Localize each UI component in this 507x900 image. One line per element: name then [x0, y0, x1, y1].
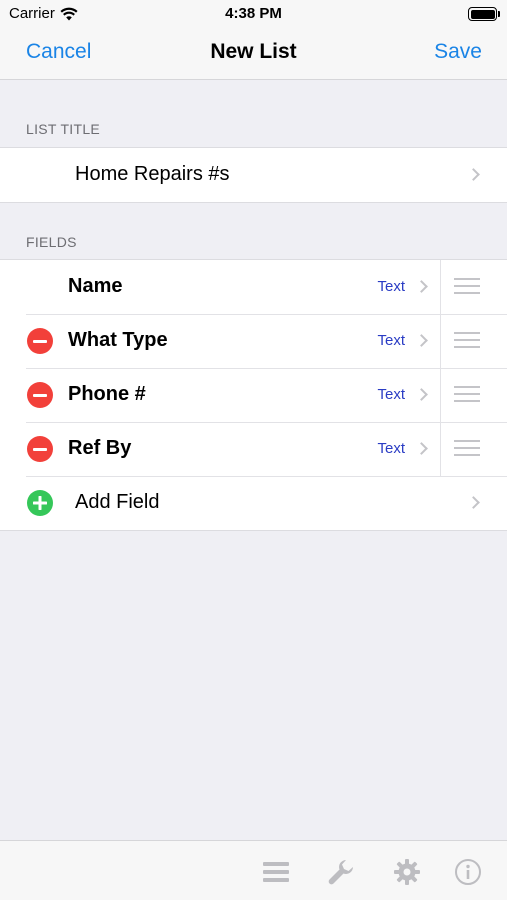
reorder-handle-icon[interactable] — [454, 332, 480, 349]
bottom-toolbar — [0, 840, 507, 900]
field-name: Ref By — [68, 437, 132, 459]
delete-field-button[interactable] — [27, 328, 53, 354]
page-title: New List — [210, 40, 297, 63]
info-icon[interactable] — [454, 858, 482, 886]
field-name: Phone # — [68, 383, 146, 405]
field-row-what-type[interactable]: What Type Text — [0, 314, 507, 368]
fields-group: Name Text What Type Text Phone # Text Re… — [0, 259, 507, 531]
chevron-right-icon — [415, 280, 428, 293]
field-type: Text — [377, 278, 405, 295]
add-icon[interactable] — [27, 490, 53, 516]
field-row-name[interactable]: Name Text — [0, 260, 507, 314]
reorder-handle-icon[interactable] — [454, 278, 480, 295]
chevron-right-icon — [467, 168, 480, 181]
chevron-right-icon — [415, 442, 428, 455]
list-icon[interactable] — [262, 858, 290, 886]
battery-icon — [468, 7, 500, 21]
reorder-handle-icon[interactable] — [454, 386, 480, 403]
add-field-label: Add Field — [75, 491, 160, 513]
list-title-value: Home Repairs #s — [75, 163, 230, 185]
list-title-row[interactable]: Home Repairs #s — [0, 148, 507, 202]
divider — [440, 260, 441, 314]
fields-header: FIELDS — [26, 234, 77, 250]
field-row-ref-by[interactable]: Ref By Text — [0, 422, 507, 476]
field-name: Name — [68, 275, 123, 297]
list-title-header: LIST TITLE — [26, 121, 101, 137]
chevron-right-icon — [415, 334, 428, 347]
reorder-handle-icon[interactable] — [454, 440, 480, 457]
delete-field-button[interactable] — [27, 436, 53, 462]
delete-field-button[interactable] — [27, 382, 53, 408]
status-time: 4:38 PM — [225, 5, 282, 22]
divider — [440, 314, 441, 368]
status-bar: Carrier 4:38 PM — [0, 0, 507, 28]
field-type: Text — [377, 440, 405, 457]
save-button[interactable]: Save — [434, 40, 482, 64]
divider — [440, 368, 441, 422]
divider — [440, 422, 441, 476]
navigation-bar: Cancel New List Save — [0, 28, 507, 80]
list-title-group: Home Repairs #s — [0, 147, 507, 203]
chevron-right-icon — [467, 496, 480, 509]
wrench-icon[interactable] — [327, 858, 355, 886]
field-type: Text — [377, 386, 405, 403]
field-type: Text — [377, 332, 405, 349]
add-field-row[interactable]: Add Field — [0, 476, 507, 530]
field-row-phone[interactable]: Phone # Text — [0, 368, 507, 422]
gear-icon[interactable] — [393, 858, 421, 886]
field-name: What Type — [68, 329, 168, 351]
chevron-right-icon — [415, 388, 428, 401]
